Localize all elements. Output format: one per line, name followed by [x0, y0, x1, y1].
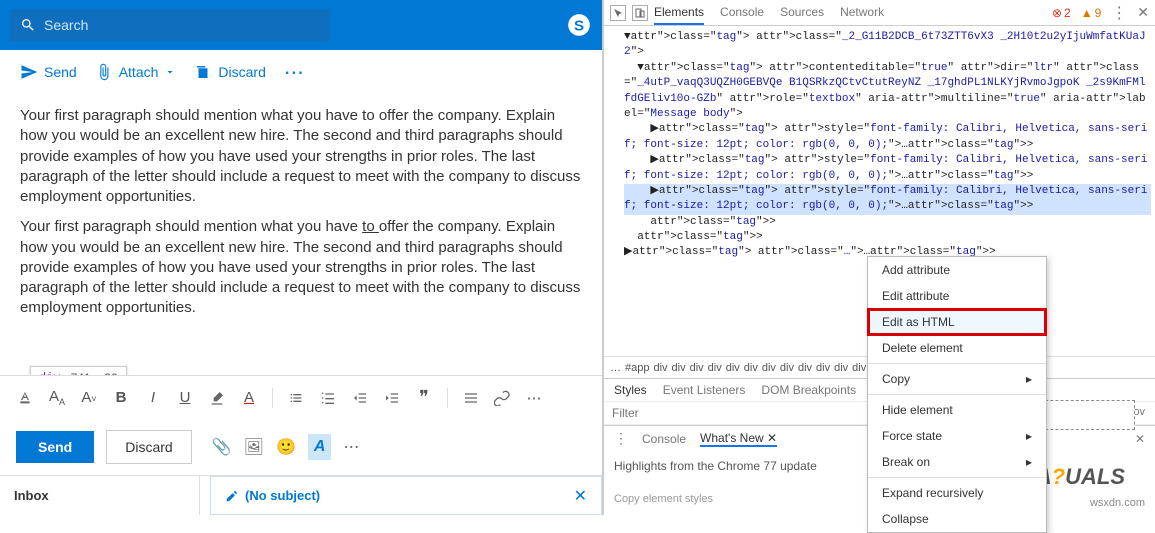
element-dimensions-tooltip: div 741 × 20: [30, 366, 127, 375]
styles-tab[interactable]: Styles: [614, 383, 647, 397]
insert-image-icon[interactable]: 🖼: [244, 437, 264, 457]
font-family-dropdown[interactable]: AA: [48, 388, 66, 407]
underline-button[interactable]: U: [176, 389, 194, 406]
tooltip-dims: 741 × 20: [71, 371, 118, 375]
dom-breakpoints-tab[interactable]: DOM Breakpoints: [761, 383, 856, 397]
font-color-icon[interactable]: [16, 390, 34, 406]
discard-label: Discard: [218, 64, 265, 80]
bottom-tabs: Inbox (No subject) ✕: [0, 475, 602, 515]
device-toggle-icon[interactable]: [632, 5, 648, 21]
sources-tab[interactable]: Sources: [780, 1, 824, 25]
numbered-list-icon[interactable]: [319, 390, 337, 406]
send-action[interactable]: Send: [20, 63, 77, 81]
drawer-console-tab[interactable]: Console: [642, 432, 686, 446]
search-input[interactable]: [44, 17, 320, 33]
devtools-menu-icon[interactable]: ⋮: [1111, 3, 1127, 23]
app-header: S: [0, 0, 602, 50]
tooltip-tag: div: [39, 371, 61, 375]
font-size-dropdown[interactable]: A˅: [80, 389, 98, 406]
ctx-edit-attribute[interactable]: Edit attribute: [868, 283, 1046, 309]
watermark: wsxdn.com: [1090, 497, 1145, 509]
discard-button[interactable]: Discard: [106, 430, 191, 464]
code-line[interactable]: ▼attr">class="tag"> attr">class="_2_G11B…: [624, 30, 1151, 61]
italic-button[interactable]: I: [144, 389, 162, 406]
chevron-down-icon: [164, 66, 176, 78]
paragraph-1: Your first paragraph should mention what…: [20, 106, 582, 207]
format-toolbar: AA A˅ B I U A ❞ ⋯: [0, 375, 602, 419]
event-listeners-tab[interactable]: Event Listeners: [663, 383, 746, 397]
code-line[interactable]: ▼attr">class="tag"> attr">contenteditabl…: [624, 61, 1151, 123]
align-icon[interactable]: [462, 390, 480, 406]
ctx-force-state[interactable]: Force state▸: [868, 423, 1046, 449]
inspect-element-icon[interactable]: [610, 5, 626, 21]
bullet-list-icon[interactable]: [287, 390, 305, 406]
more-compose-actions[interactable]: ⋯: [343, 437, 361, 457]
code-line[interactable]: ▶attr">class="tag"> attr">style="font-fa…: [624, 153, 1151, 184]
ctx-collapse[interactable]: Collapse: [868, 506, 1046, 532]
paragraph-2: Your first paragraph should mention what…: [20, 217, 582, 318]
ctx-break-on[interactable]: Break on▸: [868, 449, 1046, 475]
toggle-format-icon[interactable]: A: [308, 434, 332, 460]
ctx-copy[interactable]: Copy▸: [868, 366, 1046, 392]
send-label: Send: [44, 64, 77, 80]
send-icon: [20, 63, 38, 81]
trash-icon: [194, 63, 212, 81]
drawer-menu-icon[interactable]: ⋮: [614, 430, 628, 447]
code-line[interactable]: attr">class="tag">>: [624, 230, 1151, 245]
ctx-add-attribute[interactable]: Add attribute: [868, 257, 1046, 283]
edit-icon: [225, 489, 239, 503]
devtools-close-icon[interactable]: ✕: [1137, 4, 1149, 21]
highlight-icon[interactable]: [208, 390, 226, 406]
attach-icon: [95, 63, 113, 81]
font-color-btn[interactable]: A: [240, 389, 258, 406]
discard-action[interactable]: Discard: [194, 63, 265, 81]
attach-action[interactable]: Attach: [95, 63, 177, 81]
quote-icon[interactable]: ❞: [415, 387, 433, 408]
ctx-edit-as-html[interactable]: Edit as HTML: [868, 309, 1046, 335]
subject-tab[interactable]: (No subject) ✕: [210, 476, 602, 515]
error-count[interactable]: ⊗2: [1052, 6, 1071, 20]
search-box[interactable]: [10, 9, 330, 41]
drawer-whatsnew-tab[interactable]: What's New ✕: [700, 431, 777, 447]
devtools-top-bar: Elements Console Sources Network ⊗2 ▲9 ⋮…: [604, 0, 1155, 26]
attach-label: Attach: [119, 64, 159, 80]
subject-label: (No subject): [245, 488, 320, 503]
compose-actions: Send Discard 📎 🖼 🙂 A ⋯: [0, 419, 602, 475]
styles-box-model: [1035, 400, 1135, 430]
code-line[interactable]: ▶attr">class="tag"> attr">style="font-fa…: [624, 122, 1151, 153]
ctx-delete-element[interactable]: Delete element: [868, 335, 1046, 361]
emoji-icon[interactable]: 🙂: [276, 437, 296, 457]
ctx-expand[interactable]: Expand recursively: [868, 480, 1046, 506]
network-tab[interactable]: Network: [840, 1, 884, 25]
link-icon[interactable]: [494, 390, 512, 406]
close-tab-icon[interactable]: ✕: [574, 486, 587, 506]
message-body[interactable]: Your first paragraph should mention what…: [0, 94, 602, 375]
send-button[interactable]: Send: [16, 431, 94, 463]
console-tab[interactable]: Console: [720, 1, 764, 25]
attach-file-icon[interactable]: 📎: [212, 437, 232, 457]
context-menu: Add attribute Edit attribute Edit as HTM…: [867, 256, 1047, 533]
inbox-tab[interactable]: Inbox: [0, 476, 200, 515]
drawer-close-icon[interactable]: ✕: [1135, 432, 1145, 446]
elements-tab[interactable]: Elements: [654, 1, 704, 25]
warning-count[interactable]: ▲9: [1081, 6, 1102, 20]
code-line[interactable]: attr">class="tag">>: [624, 215, 1151, 230]
more-actions[interactable]: ⋯: [284, 60, 306, 85]
outdent-icon[interactable]: [351, 390, 369, 406]
code-line-selected[interactable]: ▶attr">class="tag"> attr">style="font-fa…: [624, 184, 1151, 215]
search-icon: [20, 17, 36, 33]
more-format[interactable]: ⋯: [526, 389, 544, 407]
compose-toolbar: Send Attach Discard ⋯: [0, 50, 602, 94]
bold-button[interactable]: B: [112, 389, 130, 406]
appuals-logo: A?UALS: [1036, 464, 1125, 490]
indent-icon[interactable]: [383, 390, 401, 406]
skype-icon[interactable]: S: [566, 12, 592, 38]
svg-text:S: S: [574, 17, 584, 34]
ctx-hide-element[interactable]: Hide element: [868, 397, 1046, 423]
